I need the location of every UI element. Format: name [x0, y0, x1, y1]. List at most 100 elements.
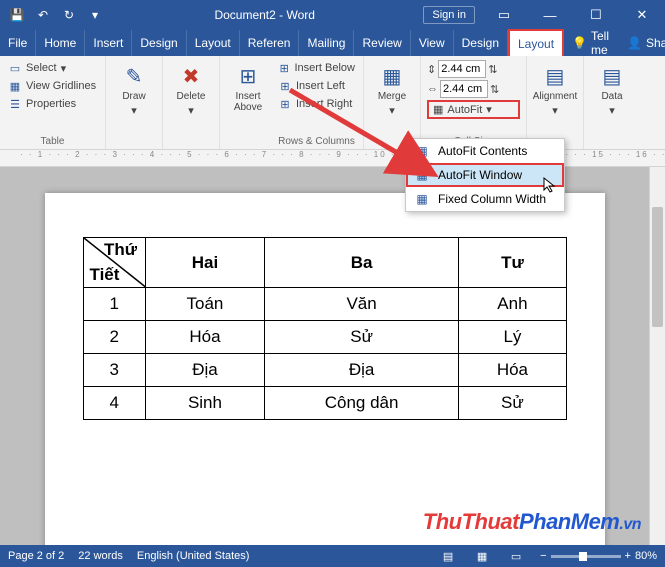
insert-right-icon: ⊞: [278, 97, 292, 111]
insert-below-icon: ⊞: [278, 61, 290, 75]
properties-icon: ☰: [8, 97, 22, 111]
page-indicator[interactable]: Page 2 of 2: [8, 550, 64, 562]
web-layout-icon[interactable]: ▭: [506, 550, 526, 563]
table-header[interactable]: Hai: [146, 238, 265, 288]
select-icon: ▭: [8, 61, 22, 75]
menu-fixed-column-width[interactable]: ▦Fixed Column Width: [406, 187, 564, 211]
delete-button[interactable]: ✖ Delete ▾: [169, 60, 213, 121]
insert-above-icon: ⊞: [240, 64, 257, 89]
zoom-out-icon[interactable]: −: [540, 550, 546, 562]
menu-autofit-contents[interactable]: ▦AutoFit Contents: [406, 139, 564, 163]
bulb-icon: 💡: [572, 36, 587, 50]
table-row: 2HóaSửLý: [83, 321, 566, 354]
tab-home[interactable]: Home: [36, 30, 85, 56]
tab-mailings[interactable]: Mailing: [299, 30, 354, 56]
group-draw: ✎ Draw ▾: [106, 56, 163, 149]
title-bar: 💾 ↶ ↻ ▾ Document2 - Word Sign in ▭ — ☐ ✕: [0, 0, 665, 30]
insert-above-button[interactable]: ⊞ Insert Above: [226, 60, 270, 117]
chevron-down-icon: ▾: [61, 62, 67, 75]
spinner-icon[interactable]: ⇅: [490, 83, 499, 96]
ribbon-options-icon[interactable]: ▭: [481, 0, 527, 30]
menu-autofit-window[interactable]: ▦AutoFit Window: [406, 163, 564, 187]
properties-button[interactable]: ☰Properties: [6, 96, 99, 112]
ribbon: ▭Select▾ ▦View Gridlines ☰Properties Tab…: [0, 56, 665, 150]
scrollbar-thumb[interactable]: [652, 207, 663, 327]
insert-left-button[interactable]: ⊞Insert Left: [276, 78, 357, 94]
width-icon: ⇔: [427, 83, 438, 95]
tab-view[interactable]: View: [411, 30, 454, 56]
table-header[interactable]: Ba: [264, 238, 458, 288]
group-delete: ✖ Delete ▾: [163, 56, 220, 149]
ribbon-tabs: File Home Insert Design Layout Referen M…: [0, 30, 665, 56]
zoom-in-icon[interactable]: +: [625, 550, 631, 562]
chevron-down-icon: ▾: [609, 104, 615, 117]
document-area: Thứ Tiết Hai Ba Tư 1ToánVănAnh 2HóaSửLý …: [0, 167, 649, 545]
undo-icon[interactable]: ↶: [32, 4, 54, 26]
zoom-control[interactable]: − + 80%: [540, 550, 657, 562]
print-layout-icon[interactable]: ▦: [472, 550, 492, 563]
group-alignment: ▤ Alignment ▾: [527, 56, 584, 149]
data-button[interactable]: ▤ Data ▾: [590, 60, 634, 121]
col-width-field[interactable]: ⇔⇅: [427, 80, 520, 98]
chevron-down-icon: ▾: [188, 104, 194, 117]
tab-references[interactable]: Referen: [240, 30, 300, 56]
document-table[interactable]: Thứ Tiết Hai Ba Tư 1ToánVănAnh 2HóaSửLý …: [83, 237, 567, 420]
zoom-slider[interactable]: [551, 555, 621, 558]
status-bar: Page 2 of 2 22 words English (United Sta…: [0, 545, 665, 567]
group-cell-size: ⇕⇅ ⇔⇅ ▦AutoFit▾ Cell Size: [421, 56, 527, 149]
autofit-icon: ▦: [433, 103, 443, 116]
diagonal-header-cell[interactable]: Thứ Tiết: [83, 238, 146, 288]
insert-above-wrap: ⊞ Insert Above: [220, 56, 270, 149]
save-icon[interactable]: 💾: [6, 4, 28, 26]
group-table: ▭Select▾ ▦View Gridlines ☰Properties Tab…: [0, 56, 106, 149]
view-gridlines-button[interactable]: ▦View Gridlines: [6, 78, 99, 94]
draw-button[interactable]: ✎ Draw ▾: [112, 60, 156, 121]
watermark: ThuThuatPhanMem.vn: [423, 509, 641, 535]
table-header[interactable]: Tư: [459, 238, 566, 288]
vertical-scrollbar[interactable]: [649, 167, 665, 545]
autofit-button[interactable]: ▦AutoFit▾: [427, 100, 520, 119]
tab-insert[interactable]: Insert: [85, 30, 132, 56]
window-title: Document2 - Word: [106, 8, 423, 22]
tab-table-design[interactable]: Design: [454, 30, 508, 56]
delete-icon: ✖: [183, 64, 200, 89]
merge-button[interactable]: ▦ Merge ▾: [370, 60, 414, 121]
share-button[interactable]: 👤Share: [617, 30, 665, 56]
chevron-down-icon: ▾: [389, 104, 395, 117]
close-button[interactable]: ✕: [619, 0, 665, 30]
table-row: Thứ Tiết Hai Ba Tư: [83, 238, 566, 288]
minimize-button[interactable]: —: [527, 0, 573, 30]
fixed-width-icon: ▦: [414, 191, 430, 207]
chevron-down-icon: ▾: [552, 104, 558, 117]
chevron-down-icon: ▾: [131, 104, 137, 117]
tell-me[interactable]: 💡Tell me: [564, 30, 617, 56]
zoom-level[interactable]: 80%: [635, 550, 657, 562]
height-icon: ⇕: [427, 63, 436, 76]
sign-in-button[interactable]: Sign in: [423, 6, 475, 24]
row-height-field[interactable]: ⇕⇅: [427, 60, 520, 78]
table-row: 1ToánVănAnh: [83, 288, 566, 321]
merge-icon: ▦: [383, 64, 402, 89]
insert-below-button[interactable]: ⊞Insert Below: [276, 60, 357, 76]
tab-review[interactable]: Review: [354, 30, 410, 56]
table-row: 4SinhCông dânSử: [83, 387, 566, 420]
redo-icon[interactable]: ↻: [58, 4, 80, 26]
word-count[interactable]: 22 words: [78, 550, 123, 562]
tab-design[interactable]: Design: [132, 30, 186, 56]
language-indicator[interactable]: English (United States): [137, 550, 250, 562]
quick-access-toolbar: 💾 ↶ ↻ ▾: [0, 4, 106, 26]
tab-layout[interactable]: Layout: [187, 30, 240, 56]
select-button[interactable]: ▭Select▾: [6, 60, 99, 76]
read-mode-icon[interactable]: ▤: [438, 550, 458, 563]
autofit-contents-icon: ▦: [414, 143, 430, 159]
spinner-icon[interactable]: ⇅: [488, 63, 497, 76]
autofit-window-icon: ▦: [414, 167, 430, 183]
tab-table-layout[interactable]: Layout: [508, 29, 564, 56]
alignment-button[interactable]: ▤ Alignment ▾: [533, 60, 577, 121]
qat-more-icon[interactable]: ▾: [84, 4, 106, 26]
pen-icon: ✎: [126, 64, 143, 89]
tab-file[interactable]: File: [0, 30, 36, 56]
maximize-button[interactable]: ☐: [573, 0, 619, 30]
insert-left-icon: ⊞: [278, 79, 292, 93]
insert-right-button[interactable]: ⊞Insert Right: [276, 96, 357, 112]
